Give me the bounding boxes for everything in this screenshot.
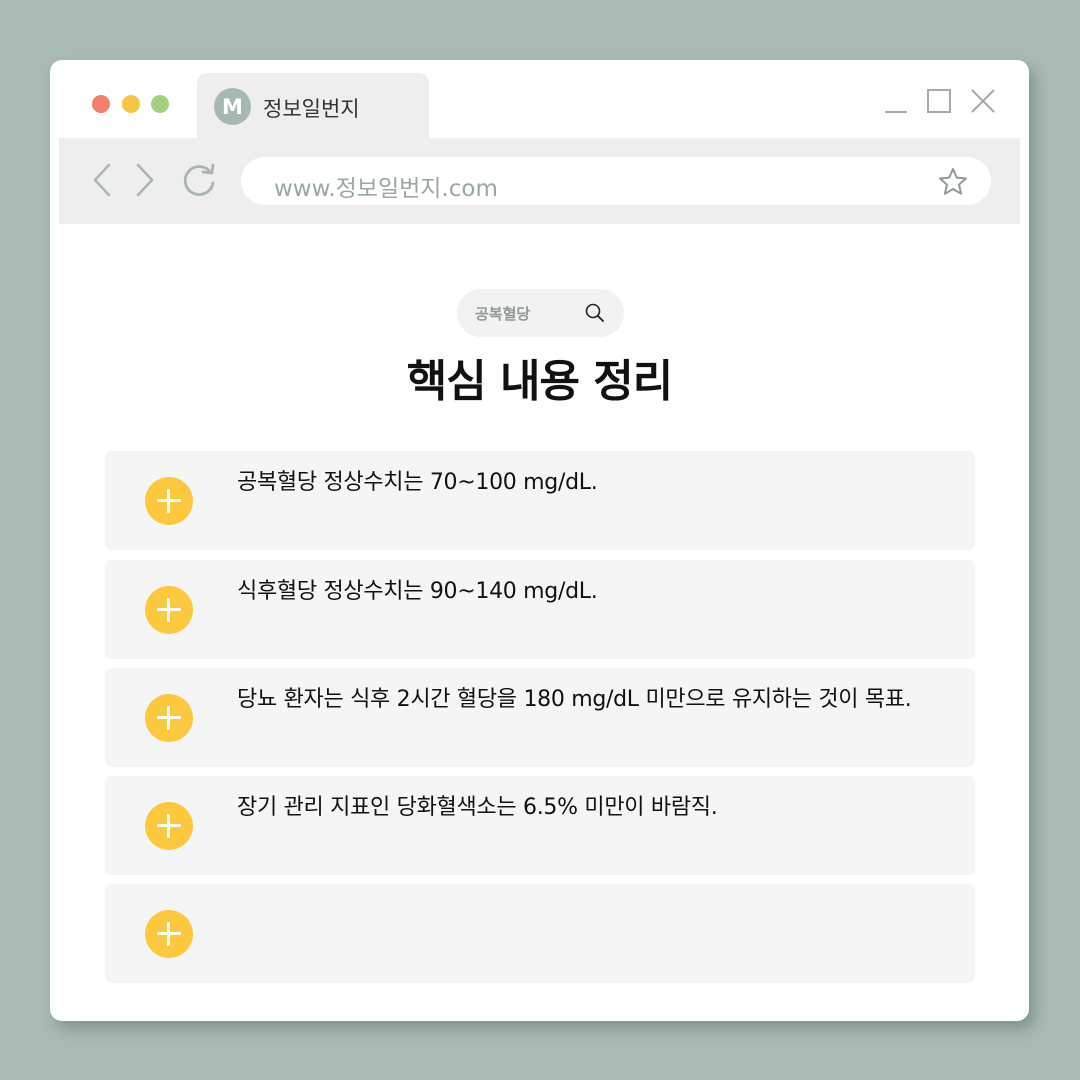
close-dot-icon[interactable] <box>92 95 110 113</box>
url-text[interactable]: www.정보일번지.com <box>274 169 498 203</box>
back-icon[interactable] <box>92 162 112 202</box>
browser-window: M 정보일번지 www.정보일번지.com 공복혈당 핵심 내용 정리 공복혈당… <box>50 60 1029 1021</box>
browser-toolbar: www.정보일번지.com <box>59 138 1020 224</box>
minimize-icon[interactable] <box>883 88 909 118</box>
plus-icon[interactable] <box>145 694 193 742</box>
list-item: 장기 관리 지표인 당화혈색소는 6.5% 미만이 바람직. <box>105 776 975 875</box>
maximize-dot-icon[interactable] <box>151 95 169 113</box>
list-item-text: 당뇨 환자는 식후 2시간 혈당을 180 mg/dL 미만으로 유지하는 것이… <box>237 687 912 712</box>
plus-icon[interactable] <box>145 910 193 958</box>
minimize-dot-icon[interactable] <box>122 95 140 113</box>
star-icon[interactable] <box>937 166 969 202</box>
search-box[interactable]: 공복혈당 <box>457 289 624 337</box>
plus-icon[interactable] <box>145 802 193 850</box>
page-title: 핵심 내용 정리 <box>406 356 674 407</box>
plus-icon[interactable] <box>145 586 193 634</box>
list-item-text: 공복혈당 정상수치는 70~100 mg/dL. <box>237 470 598 495</box>
site-logo: M <box>214 88 251 125</box>
search-label: 공복혈당 <box>475 305 531 323</box>
list-item: 공복혈당 정상수치는 70~100 mg/dL. <box>105 451 975 550</box>
list-item: 식후혈당 정상수치는 90~140 mg/dL. <box>105 560 975 659</box>
reload-icon[interactable] <box>180 162 218 204</box>
close-icon[interactable] <box>970 88 996 118</box>
forward-icon[interactable] <box>135 162 155 202</box>
browser-tab[interactable]: M 정보일번지 <box>197 73 429 141</box>
list-item <box>105 884 975 983</box>
tab-title: 정보일번지 <box>263 97 360 121</box>
list-item-text: 식후혈당 정상수치는 90~140 mg/dL. <box>237 579 598 604</box>
search-icon[interactable] <box>584 302 606 328</box>
list-item-text: 장기 관리 지표인 당화혈색소는 6.5% 미만이 바람직. <box>237 795 718 820</box>
address-bar[interactable]: www.정보일번지.com <box>241 157 991 205</box>
list-item: 당뇨 환자는 식후 2시간 혈당을 180 mg/dL 미만으로 유지하는 것이… <box>105 668 975 767</box>
maximize-icon[interactable] <box>926 88 952 118</box>
plus-icon[interactable] <box>145 477 193 525</box>
